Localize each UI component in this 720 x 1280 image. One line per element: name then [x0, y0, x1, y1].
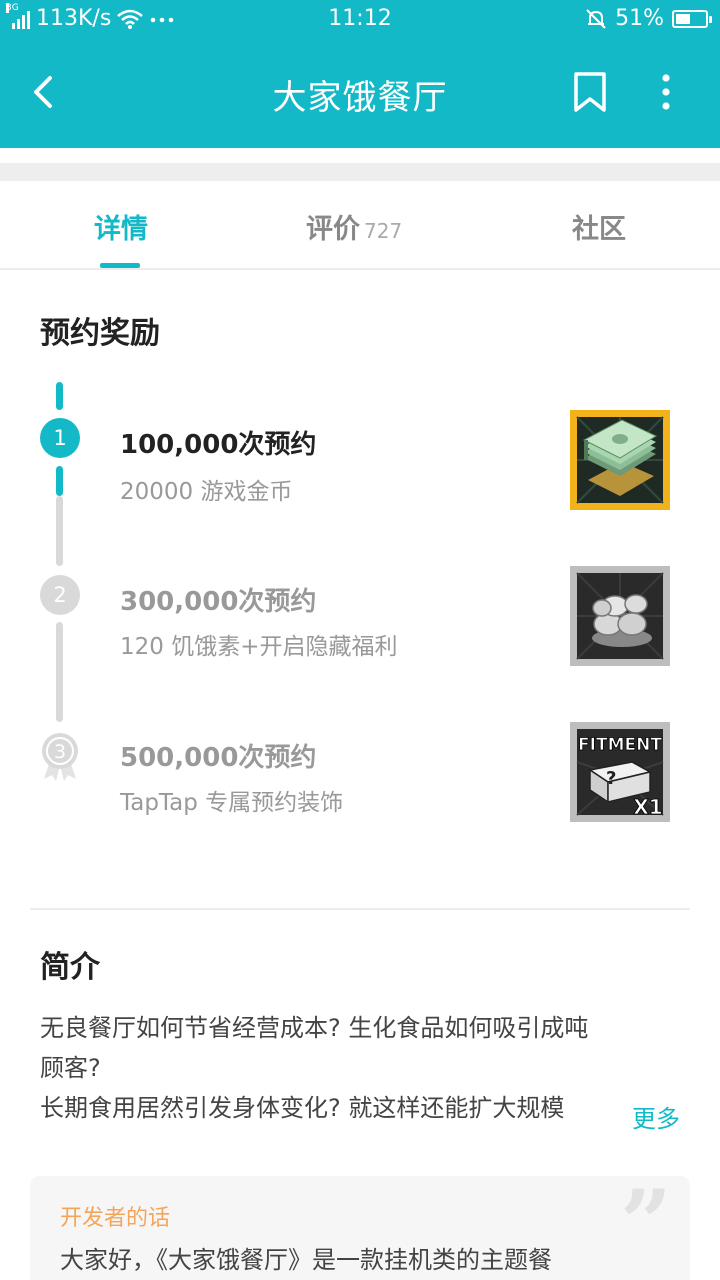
battery-icon: [672, 9, 712, 28]
fitment-badge-text: FITMENT: [578, 735, 662, 755]
reward-title: 500,000次预约: [120, 743, 317, 773]
status-right: 51%: [585, 6, 712, 31]
step-node-1: 1: [40, 418, 80, 458]
fitment-box-icon[interactable]: FITMENT ? X1: [570, 722, 670, 822]
intro-line: 长期食用居然引发身体变化? 就这样还能扩大规模: [40, 1094, 565, 1122]
tab-bar: 详情 评价 727 社区: [0, 181, 720, 270]
developer-note: ” 开发者的话 大家好，《大家饿餐厅》是一款挂机类的主题餐: [30, 1176, 690, 1280]
bookmark-icon[interactable]: [570, 70, 610, 114]
tab-community[interactable]: 社区: [572, 207, 626, 246]
intro-heading: 简介: [40, 950, 100, 985]
step-node-2: 2: [40, 575, 80, 615]
timeline-segment: [56, 466, 63, 496]
reward-desc: TapTap 专属预约装饰: [120, 790, 344, 816]
more-link[interactable]: 更多: [610, 1100, 700, 1138]
reward-desc: 20000 游戏金币: [120, 479, 293, 505]
tab-details[interactable]: 详情: [94, 207, 148, 246]
separator-strip: [0, 163, 720, 181]
cash-stack-icon[interactable]: [570, 410, 670, 510]
app-bar: 大家饿餐厅: [0, 38, 720, 148]
timeline-segment: [56, 496, 63, 566]
battery-percent: 51%: [615, 6, 664, 31]
tab-reviews-label: 评价: [306, 214, 360, 245]
page-title: 大家饿餐厅: [272, 78, 448, 118]
timeline-segment: [56, 622, 63, 722]
fitment-count-text: X1: [633, 795, 662, 819]
step-node-3: 3: [42, 733, 78, 781]
silver-items-icon[interactable]: [570, 566, 670, 666]
section-divider: [30, 908, 690, 910]
tab-community-label: 社区: [572, 214, 626, 245]
tab-reviews-count: 727: [364, 219, 403, 243]
intro-line: 顾客?: [40, 1054, 101, 1082]
developer-note-label: 开发者的话: [60, 1206, 171, 1231]
reward-desc: 120 饥饿素+开启隐藏福利: [120, 634, 398, 660]
developer-note-text: 大家好，《大家饿餐厅》是一款挂机类的主题餐: [60, 1246, 552, 1274]
tab-reviews[interactable]: 评价 727: [306, 207, 402, 246]
step-node-3-label: 3: [54, 741, 66, 763]
reward-title: 100,000次预约: [120, 430, 317, 460]
intro-text: 无良餐厅如何节省经营成本? 生化食品如何吸引成吨 顾客? 长期食用居然引发身体变…: [40, 1008, 680, 1128]
quote-mark-icon: ”: [620, 1176, 672, 1276]
question-mark-icon: ?: [606, 768, 616, 789]
reward-title: 300,000次预约: [120, 587, 317, 617]
status-bar: 3G 113K/s 11:12 51%: [0, 0, 720, 38]
timeline-segment: [56, 382, 63, 410]
intro-line: 无良餐厅如何节省经营成本? 生化食品如何吸引成吨: [40, 1014, 589, 1042]
tab-indicator: [100, 263, 140, 268]
bell-muted-icon: [586, 8, 606, 29]
overflow-menu-icon[interactable]: [652, 72, 680, 112]
tab-details-label: 详情: [94, 214, 148, 245]
rewards-heading: 预约奖励: [40, 316, 160, 351]
